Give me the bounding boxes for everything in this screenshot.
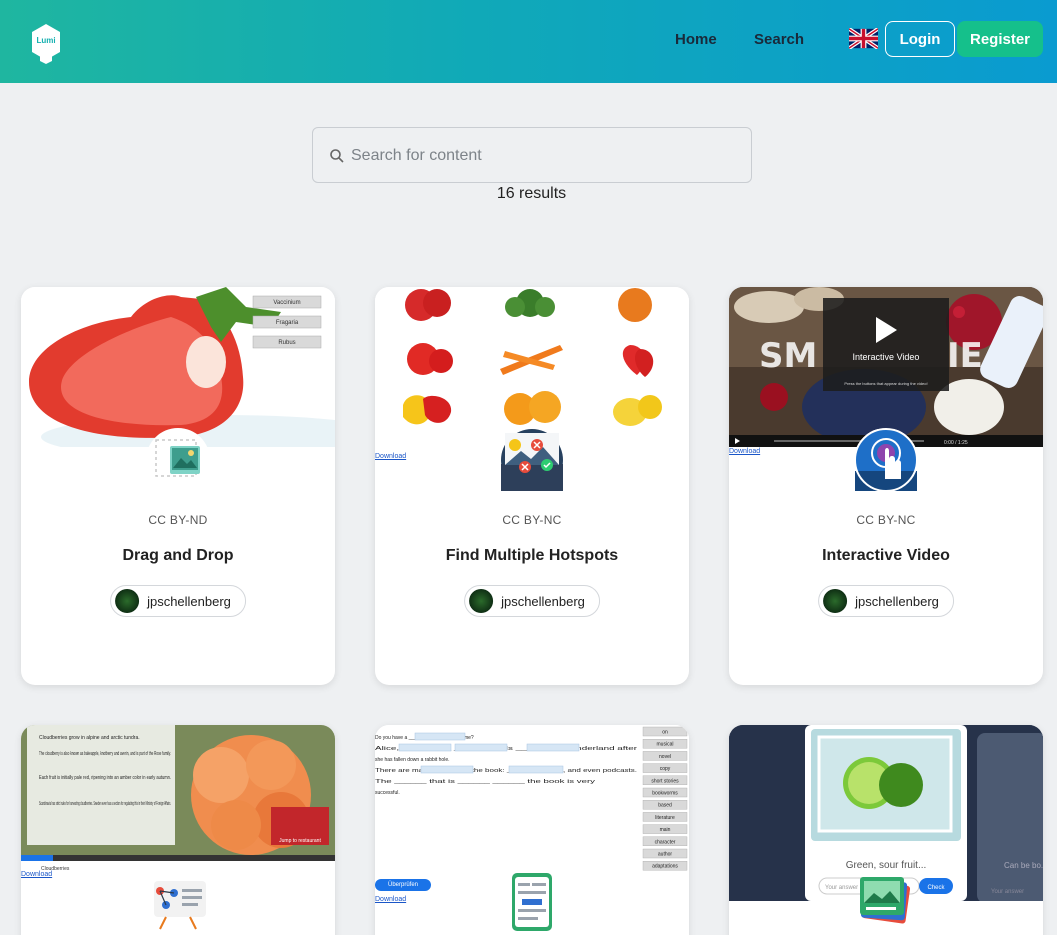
drop-label: Vaccinium: [273, 300, 300, 306]
download-link[interactable]: Download: [375, 896, 406, 903]
author-chip[interactable]: jpschellenberg: [818, 585, 954, 617]
text-line: successful.: [375, 790, 400, 796]
hotspots-icon: [501, 429, 563, 491]
author-name: jpschellenberg: [855, 593, 939, 609]
next-card-prompt: Can be bo...: [1004, 861, 1043, 870]
content-type-badge: [854, 428, 918, 492]
drop-label: Fragaria: [276, 320, 299, 326]
license-label: CC BY-ND: [148, 513, 208, 527]
content-type-badge: [500, 428, 564, 492]
interactive-video-icon: [855, 429, 917, 491]
content-type-badge: [500, 869, 564, 933]
content-type-badge: [146, 869, 210, 933]
avatar: [823, 589, 848, 613]
text-line: There are many ______ of the book: _____…: [375, 768, 637, 774]
word-chip-label: musical: [657, 742, 674, 748]
video-overlay-subtitle: Press the buttons that appear during the…: [844, 381, 927, 386]
video-time: 0:00 / 1:25: [944, 440, 968, 446]
card-title[interactable]: Interactive Video: [729, 547, 1043, 565]
license-label: CC BY-NC: [856, 513, 916, 527]
next-card-answer: Your answer: [991, 889, 1024, 895]
word-chip-label: bookworms: [652, 791, 678, 797]
results-count: 16 results: [496, 185, 567, 202]
vegetables-image: [375, 287, 689, 447]
flashcards-icon: [860, 877, 911, 924]
strawberry-image: Vaccinium Fragaria Rubus: [21, 287, 335, 447]
login-button[interactable]: Login: [885, 21, 955, 57]
svg-text:IE: IE: [947, 336, 983, 376]
download-link[interactable]: Download: [729, 448, 760, 455]
uk-flag-icon[interactable]: [849, 28, 878, 49]
slide-bullet: Each fruit is initially pale red, ripeni…: [39, 775, 171, 781]
cloudberry-slide-image: Cloudberries grow in alpine and arctic t…: [21, 725, 335, 875]
word-chip-label: based: [658, 803, 672, 809]
presentation-icon: [154, 881, 206, 930]
avatar: [115, 589, 140, 613]
nav-home-link[interactable]: Home: [675, 31, 717, 48]
check-button[interactable]: Überprüfen: [375, 879, 431, 891]
word-chip-label: on: [662, 730, 668, 736]
content-card[interactable]: Do you have a ______ of the book at home…: [375, 725, 689, 935]
word-chip-label: novel: [659, 754, 671, 760]
register-button[interactable]: Register: [957, 21, 1043, 57]
word-chip-label: author: [658, 852, 673, 858]
author-name: jpschellenberg: [147, 593, 231, 609]
search-icon: [330, 149, 344, 163]
drop-label: Rubus: [278, 340, 295, 346]
slide-bullet: The cloudberry is also known as bakeappl…: [39, 751, 171, 757]
word-chip-label: character: [655, 839, 676, 845]
content-type-badge: [854, 869, 918, 933]
drag-drop-icon: [155, 439, 200, 477]
flashcard-check: Check: [927, 885, 945, 891]
card-thumbnail: SM IE Interactive Video Press the button…: [729, 287, 1043, 447]
slide-bullet: Cloudberries grow in alpine and arctic t…: [39, 735, 140, 741]
author-chip[interactable]: jpschellenberg: [110, 585, 246, 617]
card-title[interactable]: Drag and Drop: [21, 547, 335, 565]
nav-search-link[interactable]: Search: [754, 31, 804, 48]
card-thumbnail: Vaccinium Fragaria Rubus: [21, 287, 335, 447]
top-navbar: Lumi Home Search Login Register: [0, 0, 1057, 83]
text-line: she has fallen down a rabbit hole.: [375, 757, 450, 763]
word-chip-label: short stories: [651, 778, 679, 784]
slide-bullet: Scandinavia has strict rules for harvest…: [39, 801, 171, 807]
smoothie-video-image: SM IE Interactive Video Press the button…: [729, 287, 1043, 447]
card-title[interactable]: Find Multiple Hotspots: [375, 547, 689, 565]
search-bar[interactable]: [312, 127, 752, 183]
content-card[interactable]: SM IE Interactive Video Press the button…: [729, 287, 1043, 685]
word-chip-label: literature: [655, 815, 675, 821]
text-line: The ______ that is ______ ______ the boo…: [375, 779, 596, 785]
content-card[interactable]: Download CC BY-NC Find Multiple Hotspots…: [375, 287, 689, 685]
word-chip-label: adaptations: [652, 864, 678, 870]
svg-text:Lumi: Lumi: [36, 36, 55, 45]
word-chip-label: copy: [660, 766, 671, 772]
content-card[interactable]: Cloudberries grow in alpine and arctic t…: [21, 725, 335, 935]
content-type-badge: [146, 428, 210, 492]
author-name: jpschellenberg: [501, 593, 585, 609]
jump-link-label: Jump to restaurant: [279, 838, 321, 844]
card-thumbnail: [375, 287, 689, 447]
video-overlay-title: Interactive Video: [853, 352, 920, 362]
download-link[interactable]: Download: [21, 871, 52, 878]
download-link[interactable]: Download: [375, 453, 406, 460]
word-chip-label: main: [660, 827, 671, 833]
license-label: CC BY-NC: [502, 513, 562, 527]
content-card[interactable]: Green, sour fruit... Your answer Check C…: [729, 725, 1043, 935]
lumi-logo-icon[interactable]: Lumi: [31, 24, 61, 64]
svg-text:SM: SM: [759, 336, 817, 376]
avatar: [469, 589, 494, 613]
drag-text-icon: [512, 873, 552, 931]
author-chip[interactable]: jpschellenberg: [464, 585, 600, 617]
content-card[interactable]: Vaccinium Fragaria Rubus CC BY-ND Drag a…: [21, 287, 335, 685]
search-input[interactable]: [351, 142, 741, 170]
